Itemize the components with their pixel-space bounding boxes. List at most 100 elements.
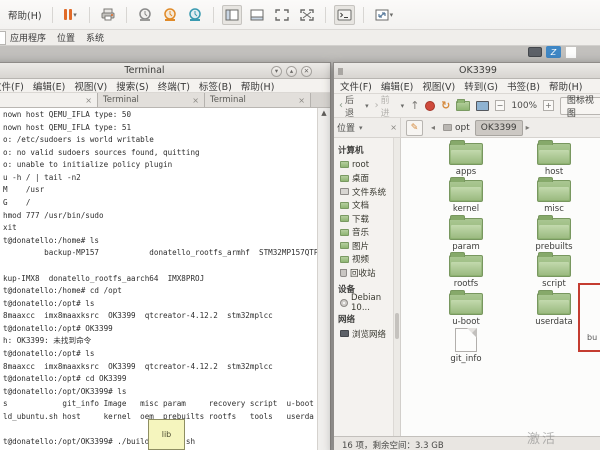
forward-button[interactable]: › 前进 ▾ bbox=[375, 93, 405, 119]
highlighted-file-label[interactable]: bu bbox=[587, 333, 597, 342]
sidebar-item-browse-network[interactable]: 浏览网络 bbox=[334, 327, 400, 341]
terminal-menubar: 文件(F) 编辑(E) 视图(V) 搜索(S) 终端(T) 标签(B) 帮助(H… bbox=[0, 79, 330, 93]
file-item-misc[interactable]: misc bbox=[510, 178, 598, 216]
menu-help[interactable]: 帮助(H) bbox=[241, 79, 275, 93]
menu-edit[interactable]: 编辑(E) bbox=[33, 79, 65, 93]
terminal-output[interactable]: nown host QEMU_IFLA type: 50 nown host Q… bbox=[0, 108, 330, 450]
sidebar-item-root[interactable]: root bbox=[334, 158, 400, 172]
sidebar-item-trash[interactable]: 回收站 bbox=[334, 266, 400, 280]
places-menu[interactable]: 位置 bbox=[57, 31, 75, 44]
file-item-apps[interactable]: apps bbox=[422, 140, 510, 178]
sidebar-item-downloads[interactable]: 下载 bbox=[334, 212, 400, 226]
menu-view[interactable]: 视图(V) bbox=[74, 79, 107, 93]
manage-snapshots-button[interactable] bbox=[185, 5, 205, 25]
terminal-titlebar[interactable]: Terminal ▾ ▴ ✕ bbox=[0, 63, 330, 79]
tab-close-icon[interactable]: × bbox=[192, 96, 199, 105]
breadcrumb-left-icon[interactable]: ◂ bbox=[428, 123, 438, 132]
edit-location-button[interactable]: ✎ bbox=[406, 120, 423, 136]
file-item-host[interactable]: host bbox=[510, 140, 598, 178]
show-thumbnail-bar-button[interactable] bbox=[247, 5, 267, 25]
printer-button[interactable] bbox=[98, 5, 118, 25]
sidebar-item-music[interactable]: 音乐 bbox=[334, 226, 400, 240]
fit-guest-button[interactable]: ▾ bbox=[372, 5, 397, 25]
system-menu[interactable]: 系统 bbox=[86, 31, 104, 44]
sidebar-item-filesystem[interactable]: 文件系统 bbox=[334, 185, 400, 199]
window-controls: ▾ ▴ ✕ bbox=[271, 66, 312, 77]
menu-terminal[interactable]: 终端(T) bbox=[158, 79, 190, 93]
computer-button[interactable] bbox=[476, 101, 489, 111]
chevron-down-icon[interactable]: ▾ bbox=[401, 102, 405, 110]
sidebar-item-debian-disc[interactable]: Debian 10...▴ bbox=[334, 297, 400, 311]
tab-close-icon[interactable]: × bbox=[85, 96, 92, 105]
sidebar-item-videos[interactable]: 视频 bbox=[334, 253, 400, 267]
scrollbar-thumb[interactable] bbox=[395, 313, 399, 339]
minimize-button[interactable]: ▾ bbox=[271, 66, 282, 77]
stop-button[interactable] bbox=[425, 101, 435, 111]
show-library-button[interactable] bbox=[222, 5, 242, 25]
menu-file[interactable]: 文件(F) bbox=[340, 79, 372, 93]
menu-view[interactable]: 视图(V) bbox=[422, 79, 455, 93]
breadcrumb-opt[interactable]: opt bbox=[438, 120, 475, 136]
help-menu[interactable]: 帮助(H) bbox=[8, 8, 42, 22]
menu-search[interactable]: 搜索(S) bbox=[116, 79, 148, 93]
panel-edge-tab[interactable] bbox=[0, 31, 6, 45]
sidebar-item-documents[interactable]: 文档 bbox=[334, 199, 400, 213]
terminal-tab-3[interactable]: Terminal × bbox=[205, 93, 311, 107]
menu-go[interactable]: 转到(G) bbox=[464, 79, 498, 93]
zoom-in-button[interactable]: + bbox=[543, 100, 554, 111]
chevron-down-icon[interactable]: ▾ bbox=[365, 102, 369, 110]
file-grid: apps host kernel misc param prebuilts ro… bbox=[422, 140, 598, 365]
input-language-icon[interactable]: Z bbox=[546, 46, 561, 58]
terminal-tab-1[interactable]: Terminal × bbox=[0, 93, 98, 107]
breadcrumb-right-icon[interactable]: ▸ bbox=[523, 123, 533, 132]
file-item-kernel[interactable]: kernel bbox=[422, 178, 510, 216]
folder-icon bbox=[340, 242, 349, 249]
take-snapshot-button[interactable] bbox=[135, 5, 155, 25]
view-mode-select[interactable]: 图标视图 ▾ bbox=[560, 97, 600, 115]
annotation-highlight-box: bu bbox=[578, 283, 600, 352]
file-item-u-boot[interactable]: u-boot bbox=[422, 290, 510, 328]
sidebar-section-computer: 计算机 bbox=[334, 141, 400, 158]
sidebar-scrollbar[interactable] bbox=[393, 138, 400, 436]
file-item-rootfs[interactable]: rootfs bbox=[422, 253, 510, 291]
sidepane-close-icon[interactable]: × bbox=[390, 123, 397, 132]
menu-bookmarks[interactable]: 书签(B) bbox=[507, 79, 540, 93]
pause-vm-button[interactable]: ▾ bbox=[61, 5, 81, 25]
file-item-param[interactable]: param bbox=[422, 215, 510, 253]
home-folder-button[interactable] bbox=[456, 101, 470, 111]
refresh-button[interactable]: ↻ bbox=[441, 99, 450, 112]
menu-file[interactable]: 文件(F) bbox=[0, 79, 24, 93]
sidebar-item-pictures[interactable]: 图片 bbox=[334, 239, 400, 253]
file-item-git-info[interactable]: git_info bbox=[422, 328, 510, 366]
breadcrumb-ok3399[interactable]: OK3399 bbox=[475, 120, 523, 136]
menu-help[interactable]: 帮助(H) bbox=[549, 79, 583, 93]
maximize-button[interactable]: ▴ bbox=[286, 66, 297, 77]
exit-fullscreen-icon bbox=[300, 9, 314, 21]
scroll-up-icon[interactable]: ▲ bbox=[318, 109, 330, 117]
sidepane-selector[interactable]: 位置 ▾ × bbox=[334, 118, 401, 137]
menu-edit[interactable]: 编辑(E) bbox=[381, 79, 413, 93]
file-item-prebuilts[interactable]: prebuilts bbox=[510, 215, 598, 253]
up-button[interactable]: ↑ bbox=[410, 99, 419, 112]
zoom-out-button[interactable]: − bbox=[495, 100, 506, 111]
revert-snapshot-button[interactable] bbox=[160, 5, 180, 25]
pause-icon bbox=[64, 9, 72, 20]
file-list-view[interactable]: apps host kernel misc param prebuilts ro… bbox=[401, 138, 600, 436]
console-view-button[interactable] bbox=[334, 5, 355, 25]
menu-tabs[interactable]: 标签(B) bbox=[199, 79, 232, 93]
back-button[interactable]: ‹ 后退 ▾ bbox=[339, 93, 369, 119]
unity-mode-button[interactable] bbox=[297, 5, 317, 25]
tab-close-icon[interactable]: × bbox=[298, 96, 305, 105]
folder-icon bbox=[340, 161, 349, 168]
tray-panel-icon[interactable] bbox=[565, 46, 577, 59]
file-manager-titlebar[interactable]: OK3399 bbox=[334, 63, 600, 79]
chevron-down-icon[interactable]: ▾ bbox=[390, 11, 394, 19]
applications-menu[interactable]: 应用程序 bbox=[10, 31, 46, 44]
terminal-scrollbar[interactable]: ▲ bbox=[317, 108, 330, 450]
close-button[interactable]: ✕ bbox=[301, 66, 312, 77]
chevron-down-icon[interactable]: ▾ bbox=[73, 11, 77, 19]
keyboard-icon[interactable] bbox=[528, 47, 542, 57]
sidebar-item-desktop[interactable]: 桌面 bbox=[334, 172, 400, 186]
fullscreen-button[interactable] bbox=[272, 5, 292, 25]
terminal-tab-2[interactable]: Terminal × bbox=[98, 93, 205, 107]
